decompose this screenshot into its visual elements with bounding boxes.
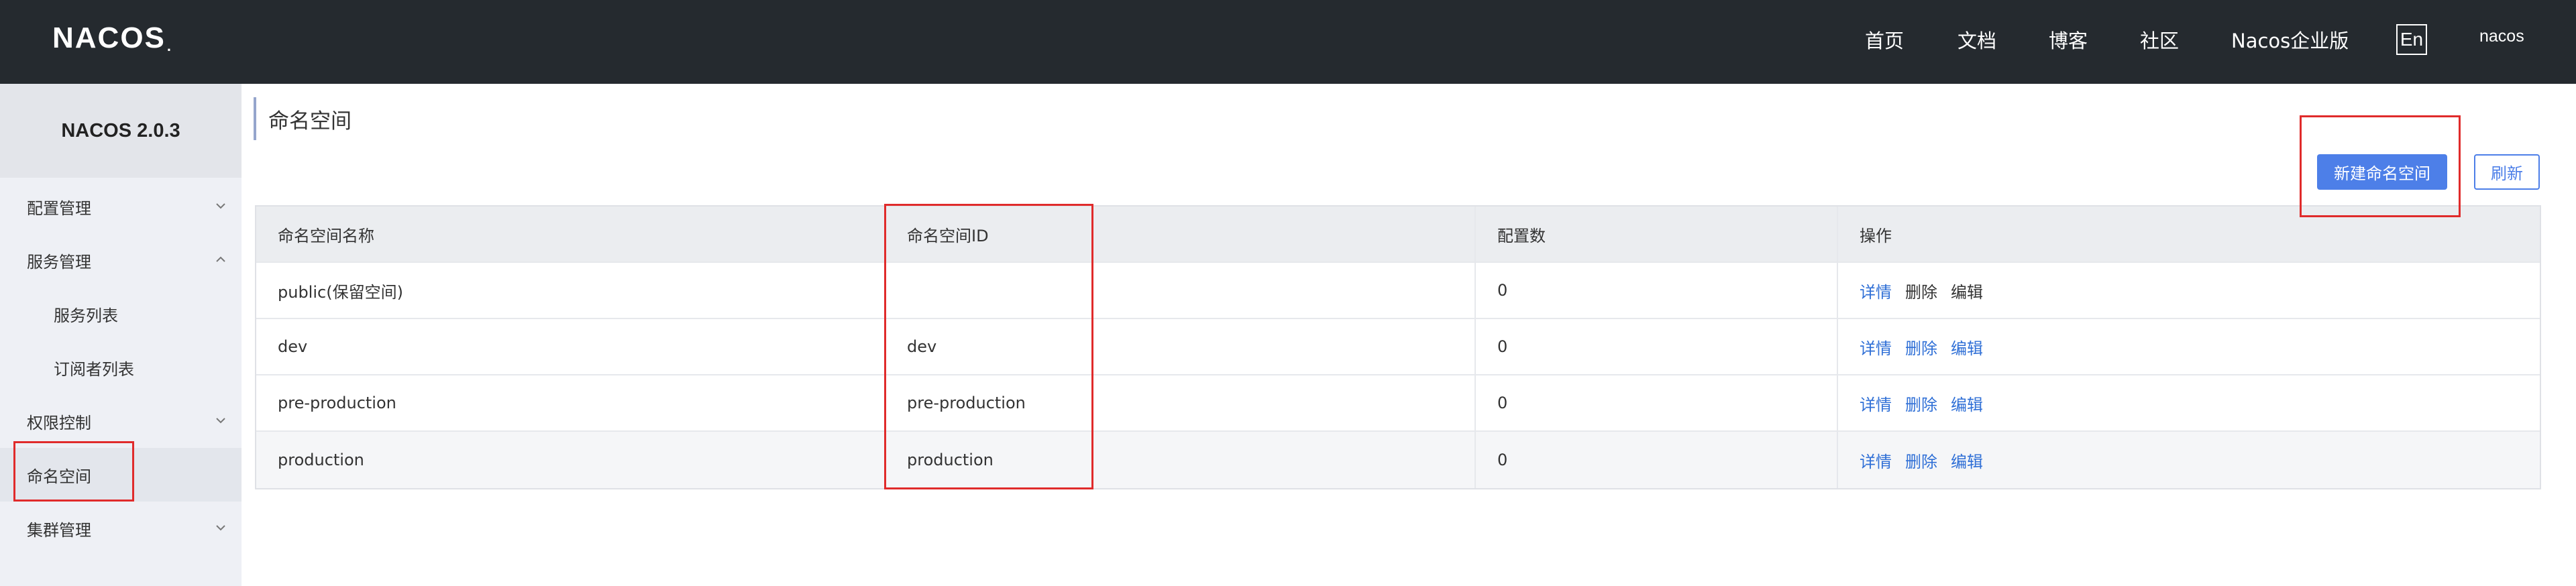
delete-link[interactable]: 删除 [1905,335,1937,359]
row-actions: 详情 删除 编辑 [1838,263,2541,318]
config-count: 0 [1476,375,1838,430]
nav-enterprise[interactable]: Nacos企业版 [2231,0,2349,79]
column-header-id: 命名空间ID [885,207,1476,261]
edit-link[interactable]: 编辑 [1951,392,1983,415]
delete-link[interactable]: 删除 [1905,449,1937,472]
sidebar-item-label: 集群管理 [27,520,91,540]
column-header-config-count: 配置数 [1476,207,1838,261]
config-count: 0 [1476,263,1838,318]
sidebar-item-label: 配置管理 [27,198,91,218]
details-link[interactable]: 详情 [1860,392,1892,415]
namespace-table: 命名空间名称 命名空间ID 配置数 操作 public(保留空间) 0 详情 删… [255,205,2541,489]
table-header-row: 命名空间名称 命名空间ID 配置数 操作 [256,207,2540,263]
logo-text: NACOS [52,21,166,54]
page-title: 命名空间 [268,109,352,133]
sidebar-item-service-management[interactable]: 服务管理 [0,233,241,287]
config-count: 0 [1476,432,1838,488]
logo-dot: . [166,38,173,54]
nav-docs[interactable]: 文档 [1957,0,1996,79]
edit-link[interactable]: 编辑 [1951,449,1983,472]
chevron-up-icon [215,253,227,266]
delete-link-disabled: 删除 [1905,282,1937,302]
namespace-name: pre-production [256,375,885,430]
namespace-name: production [256,432,885,488]
refresh-button[interactable]: 刷新 [2474,154,2540,190]
sidebar-item-namespace[interactable]: 命名空间 [0,448,241,502]
details-link[interactable]: 详情 [1860,335,1892,359]
page-title-accent [254,97,256,140]
user-menu[interactable]: nacos [2479,27,2524,46]
sidebar: NACOS 2.0.3 配置管理 服务管理 服务列表 订阅者列表 权限控制 命名… [0,84,241,586]
sidebar-item-config-management[interactable]: 配置管理 [0,180,241,233]
row-actions: 详情 删除 编辑 [1838,432,2541,488]
sidebar-item-access-control[interactable]: 权限控制 [0,394,241,448]
details-link[interactable]: 详情 [1860,279,1892,302]
sidebar-item-label: 命名空间 [27,467,91,486]
column-header-actions: 操作 [1860,226,1892,245]
chevron-down-icon [215,414,227,426]
nav-home[interactable]: 首页 [1865,0,1904,79]
namespace-id: dev [885,319,1476,374]
namespace-id [885,263,1476,318]
sidebar-item-service-list[interactable]: 服务列表 [0,287,241,341]
nav-blog[interactable]: 博客 [2049,0,2088,79]
new-namespace-button[interactable]: 新建命名空间 [2317,154,2447,190]
table-row: public(保留空间) 0 详情 删除 编辑 [256,263,2540,319]
table-row: production production 0 详情 删除 编辑 [256,432,2540,488]
nav-community[interactable]: 社区 [2140,0,2179,79]
language-toggle-button[interactable]: En [2396,24,2427,55]
edit-link[interactable]: 编辑 [1951,335,1983,359]
sidebar-item-label: 订阅者列表 [54,359,134,379]
namespace-id: pre-production [885,375,1476,430]
table-row: dev dev 0 详情 删除 编辑 [256,319,2540,375]
top-header: NACOS. 首页 文档 博客 社区 Nacos企业版 En nacos [0,0,2576,84]
details-link[interactable]: 详情 [1860,449,1892,472]
namespace-name: public(保留空间) [256,263,885,318]
sidebar-item-label: 服务管理 [27,252,91,272]
sidebar-item-cluster-management[interactable]: 集群管理 [0,502,241,555]
chevron-down-icon [215,522,227,534]
column-header-name: 命名空间名称 [256,207,885,261]
chevron-down-icon [215,200,227,212]
sidebar-item-label: 权限控制 [27,413,91,432]
delete-link[interactable]: 删除 [1905,392,1937,415]
sidebar-item-label: 服务列表 [54,306,118,325]
row-actions: 详情 删除 编辑 [1838,319,2541,374]
sidebar-item-subscriber-list[interactable]: 订阅者列表 [0,341,241,394]
table-row: pre-production pre-production 0 详情 删除 编辑 [256,375,2540,432]
edit-link-disabled: 编辑 [1951,282,1983,302]
nacos-logo[interactable]: NACOS. [52,21,172,55]
sidebar-title: NACOS 2.0.3 [0,84,241,178]
row-actions: 详情 删除 编辑 [1838,375,2541,430]
config-count: 0 [1476,319,1838,374]
namespace-name: dev [256,319,885,374]
namespace-id: production [885,432,1476,488]
